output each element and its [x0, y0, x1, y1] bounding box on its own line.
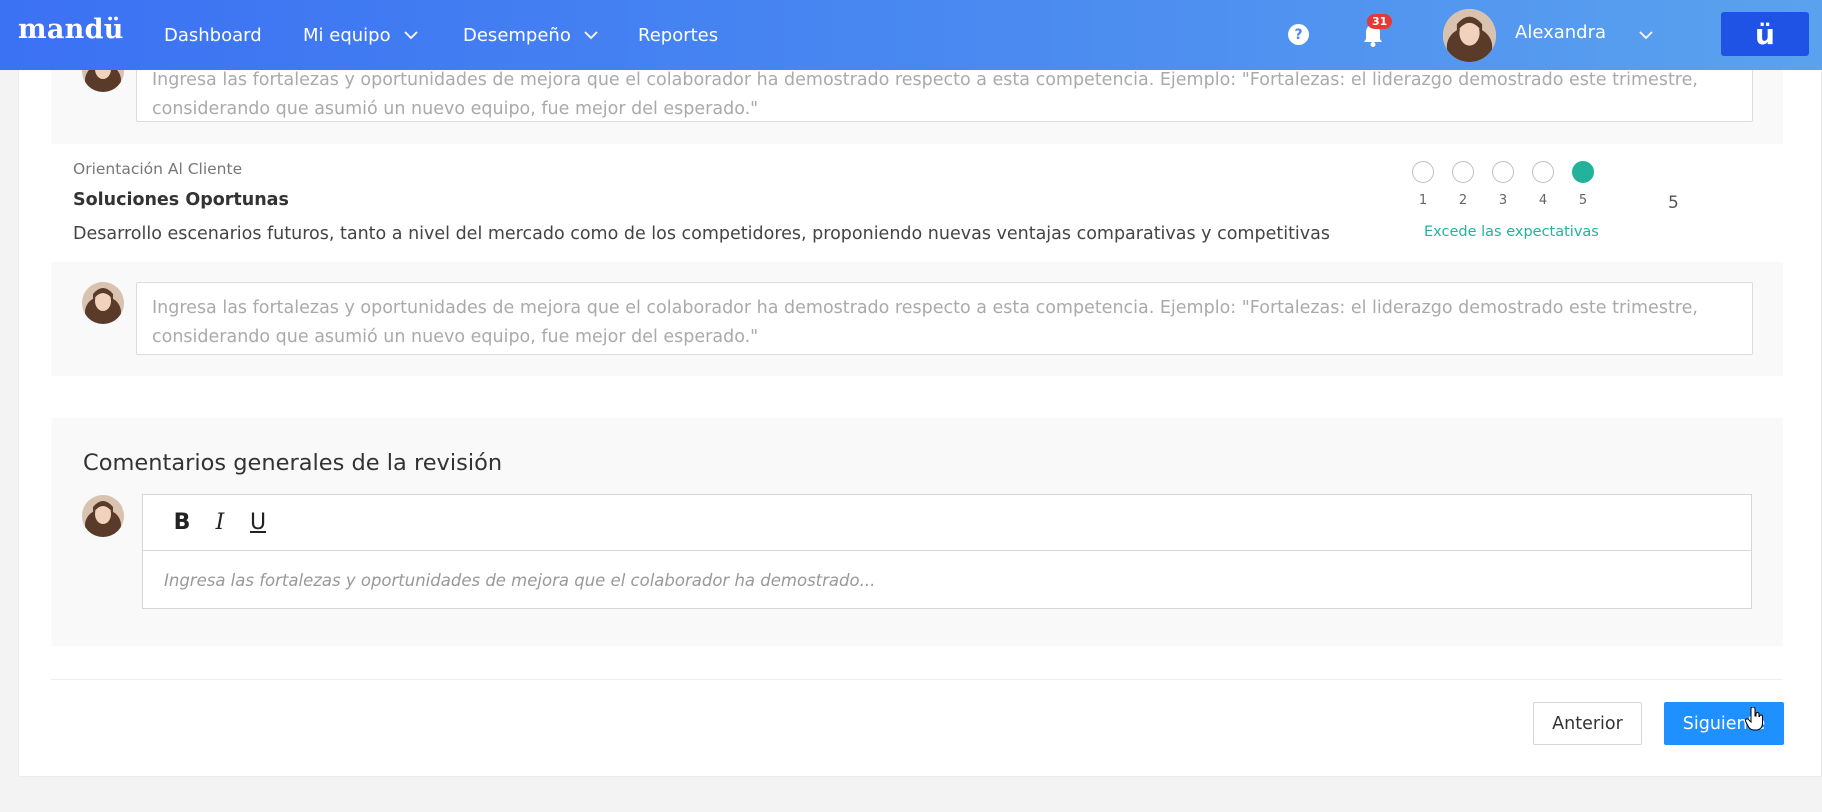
- competency-description: Desarrollo escenarios futuros, tanto a n…: [73, 224, 1330, 244]
- rating-number: 2: [1458, 193, 1468, 208]
- user-name[interactable]: Alexandra: [1515, 22, 1606, 43]
- hand-cursor-icon: [1745, 707, 1763, 731]
- general-comments-title: Comentarios generales de la revisión: [83, 450, 503, 476]
- nav-performance[interactable]: Desempeño: [463, 0, 599, 70]
- reviewer-avatar: [82, 282, 124, 324]
- rating-option-1[interactable]: [1412, 161, 1434, 183]
- rating-option-2[interactable]: [1452, 161, 1474, 183]
- evaluation-card: [18, 40, 1822, 777]
- rating-label: Excede las expectativas: [1424, 224, 1599, 240]
- nav-reports[interactable]: Reportes: [638, 0, 718, 70]
- rating-option-3[interactable]: [1492, 161, 1514, 183]
- nav-reports-label: Reportes: [638, 24, 719, 46]
- rating-number: 3: [1498, 193, 1508, 208]
- nav-performance-label: Desempeño: [463, 24, 571, 46]
- rating-option-4[interactable]: [1532, 161, 1554, 183]
- next-button[interactable]: Siguiente: [1664, 702, 1784, 745]
- rating-number: 4: [1538, 193, 1548, 208]
- nav-dashboard[interactable]: Dashboard: [164, 0, 262, 70]
- competency-category: Orientación Al Cliente: [73, 160, 243, 178]
- notifications-badge: 31: [1367, 14, 1393, 29]
- competency-title: Soluciones Oportunas: [73, 190, 289, 210]
- chevron-down-icon: [584, 31, 598, 40]
- reviewer-avatar: [82, 495, 124, 537]
- previous-button[interactable]: Anterior: [1533, 702, 1642, 745]
- user-avatar[interactable]: [1443, 9, 1496, 62]
- nav-dashboard-label: Dashboard: [164, 24, 262, 46]
- general-comments-input[interactable]: Ingresa las fortalezas y oportunidades d…: [143, 551, 1751, 610]
- mandu-logo[interactable]: mandü: [18, 14, 124, 45]
- footer-divider: [51, 679, 1783, 680]
- rating-value: 5: [1668, 193, 1679, 213]
- rating-number: 1: [1418, 193, 1428, 208]
- rating-number: 5: [1578, 193, 1588, 208]
- editor-toolbar: B I U: [143, 495, 1751, 551]
- brand-button[interactable]: ü: [1721, 12, 1809, 56]
- nav-my-team[interactable]: Mi equipo: [303, 0, 419, 70]
- competency-comment-textarea[interactable]: Ingresa las fortalezas y oportunidades d…: [136, 282, 1753, 355]
- rating-option-5[interactable]: [1572, 161, 1594, 183]
- italic-button[interactable]: I: [201, 508, 239, 538]
- chevron-down-icon[interactable]: [1638, 27, 1654, 43]
- underline-button[interactable]: U: [239, 508, 277, 538]
- chevron-down-icon: [403, 31, 418, 40]
- bold-button[interactable]: B: [163, 508, 201, 538]
- top-navigation-bar: mandü Dashboard Mi equipo Desempeño Repo…: [0, 0, 1822, 70]
- nav-my-team-label: Mi equipo: [303, 24, 391, 46]
- general-comments-editor: B I U Ingresa las fortalezas y oportunid…: [142, 494, 1752, 609]
- help-icon[interactable]: ?: [1288, 24, 1309, 45]
